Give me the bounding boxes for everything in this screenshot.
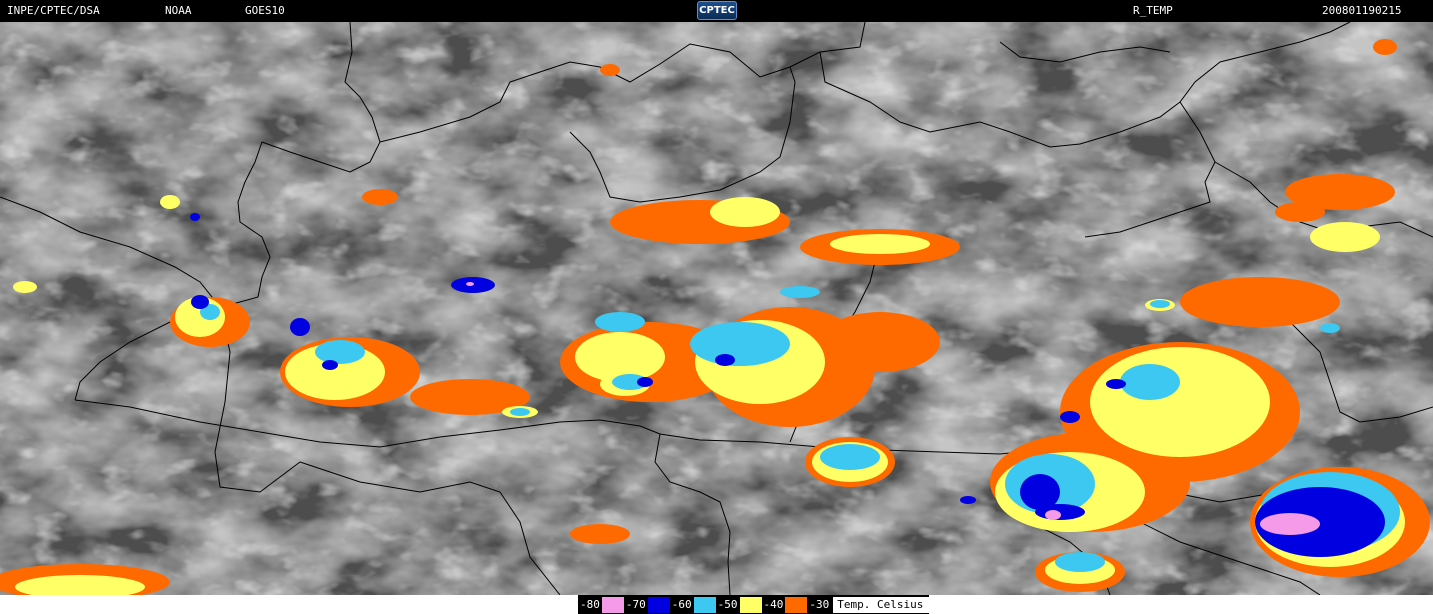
- legend-unit-label: Temp. Celsius: [833, 596, 930, 613]
- agency-label: NOAA: [165, 4, 192, 17]
- satellite-label: GOES10: [245, 4, 285, 17]
- cptec-logo: CPTEC: [697, 1, 737, 20]
- legend-label-5: -40: [761, 596, 786, 613]
- timestamp-label: 200801190215: [1322, 4, 1402, 17]
- legend-swatch-3: [693, 596, 716, 613]
- header-bar: INPE/CPTEC/DSA NOAA GOES10 CPTEC R_TEMP …: [0, 0, 1433, 22]
- legend-label-4: -50: [715, 596, 740, 613]
- legend-swatch-2: [647, 596, 670, 613]
- temperature-legend: -80 -70 -60 -50 -40 -30 Temp. Celsius: [578, 595, 930, 614]
- legend-label-2: -70: [623, 596, 648, 613]
- product-label: R_TEMP: [1133, 4, 1173, 17]
- logo-text: CPTEC: [699, 5, 735, 16]
- legend-label-1: -80: [578, 596, 602, 613]
- infrared-satellite-map: [0, 22, 1433, 595]
- legend-label-3: -60: [669, 596, 694, 613]
- source-label: INPE/CPTEC/DSA: [7, 4, 100, 17]
- legend-swatch-5: [785, 596, 808, 613]
- satellite-image-viewer: INPE/CPTEC/DSA NOAA GOES10 CPTEC R_TEMP …: [0, 0, 1433, 614]
- legend-label-6: -30: [807, 596, 832, 613]
- legend-swatch-1: [601, 596, 624, 613]
- legend-swatch-4: [739, 596, 762, 613]
